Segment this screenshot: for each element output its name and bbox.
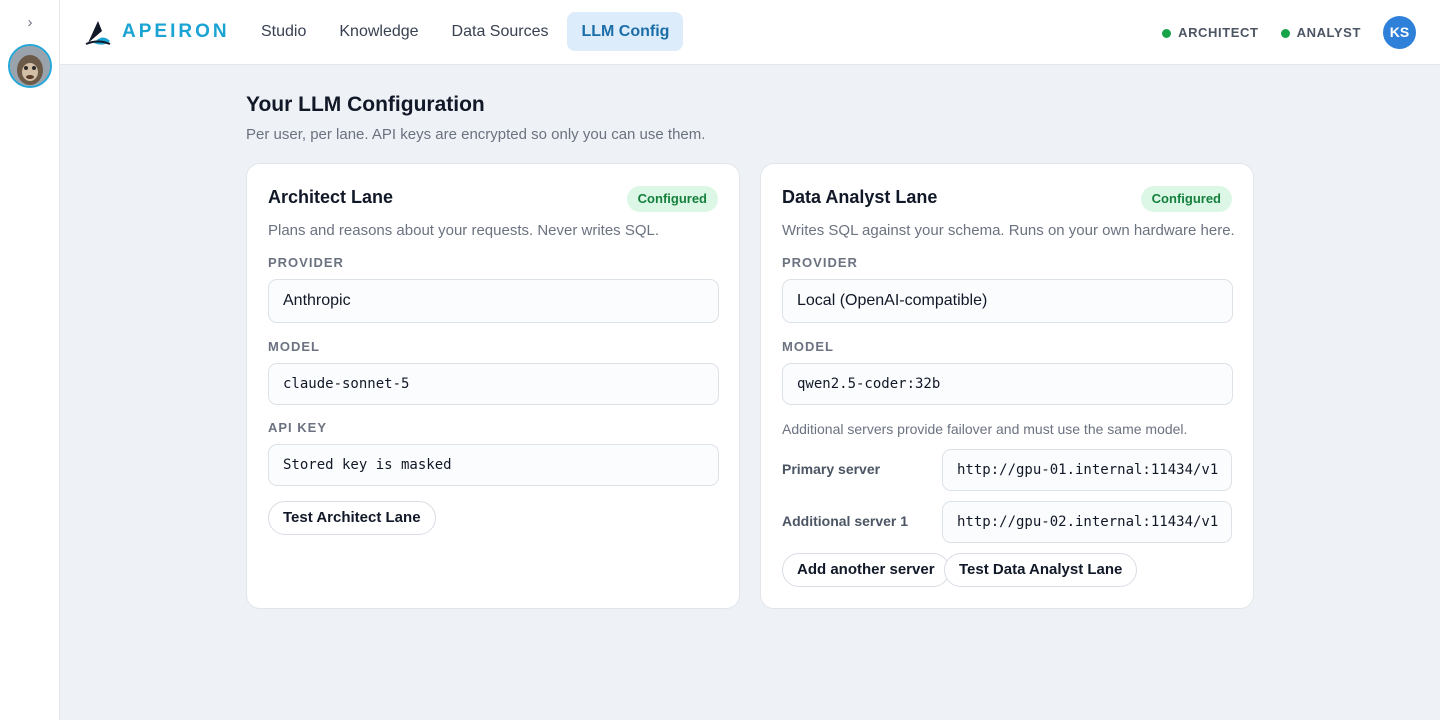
architect-api-key-input[interactable]: Stored key is masked [268, 444, 719, 486]
add-server-button[interactable]: Add another server [782, 553, 950, 587]
nav-tab-llm-config[interactable]: LLM Config [567, 12, 684, 51]
analyst-lane-indicator-label: ANALYST [1296, 24, 1361, 40]
architect-provider-label: PROVIDER [268, 255, 344, 270]
servers-note: Additional servers provide failover and … [782, 421, 1188, 437]
analyst-lane-card: Data Analyst Lane Configured Writes SQL … [760, 163, 1254, 609]
analyst-provider-select[interactable]: Local (OpenAI-compatible) [782, 279, 1233, 323]
architect-provider-select[interactable]: Anthropic [268, 279, 719, 323]
architect-status-badge: Configured [626, 186, 718, 212]
architect-lane-indicator-label: ARCHITECT [1178, 24, 1259, 40]
architect-model-label: MODEL [268, 339, 320, 354]
test-architect-lane-button[interactable]: Test Architect Lane [268, 501, 436, 535]
additional-server-1-url-input[interactable]: http://gpu-02.internal:11434/v1 [942, 501, 1232, 543]
left-rail: › [0, 0, 60, 720]
architect-lane-indicator: ARCHITECT [1162, 25, 1259, 40]
nav-tab-data-sources[interactable]: Data Sources [438, 12, 563, 51]
analyst-model-label: MODEL [782, 339, 834, 354]
nav-tab-knowledge[interactable]: Knowledge [325, 12, 432, 51]
analyst-lane-description: Writes SQL against your schema. Runs on … [782, 222, 1235, 239]
avatar-image [10, 46, 50, 86]
brand[interactable]: APEIRON [84, 16, 230, 48]
architect-api-key-label: API KEY [268, 420, 328, 435]
architect-lane-card: Architect Lane Configured Plans and reas… [246, 163, 740, 609]
analyst-lane-title: Data Analyst Lane [782, 187, 938, 207]
user-avatar[interactable]: KS [1383, 15, 1416, 49]
analyst-status-badge: Configured [1140, 186, 1232, 212]
status-dot-icon [1162, 28, 1172, 38]
profile-avatar[interactable] [8, 44, 52, 88]
additional-server-1-label: Additional server 1 [782, 513, 909, 529]
page-subtitle: Per user, per lane. API keys are encrypt… [246, 126, 706, 143]
lane-status-group: ARCHITECT ANALYST KS [1162, 15, 1416, 49]
top-bar: APEIRON Studio Knowledge Data Sources LL… [60, 0, 1440, 65]
main-nav: Studio Knowledge Data Sources LLM Config [247, 12, 688, 51]
architect-lane-description: Plans and reasons about your requests. N… [268, 222, 660, 239]
test-analyst-lane-button[interactable]: Test Data Analyst Lane [944, 553, 1138, 587]
analyst-provider-label: PROVIDER [782, 255, 858, 270]
architect-model-input[interactable]: claude-sonnet-5 [268, 363, 719, 405]
apeiron-logo-icon [85, 21, 111, 45]
primary-server-url-input[interactable]: http://gpu-01.internal:11434/v1 [942, 449, 1232, 491]
analyst-model-input[interactable]: qwen2.5-coder:32b [782, 363, 1233, 405]
nav-tab-studio[interactable]: Studio [247, 12, 320, 51]
status-dot-icon [1280, 28, 1290, 38]
primary-server-label: Primary server [782, 461, 881, 477]
expand-sidebar-icon[interactable]: › [0, 14, 60, 31]
page-title: Your LLM Configuration [246, 93, 485, 116]
brand-name: APEIRON [122, 21, 230, 42]
analyst-lane-indicator: ANALYST [1280, 24, 1361, 40]
architect-lane-title: Architect Lane [268, 187, 394, 207]
